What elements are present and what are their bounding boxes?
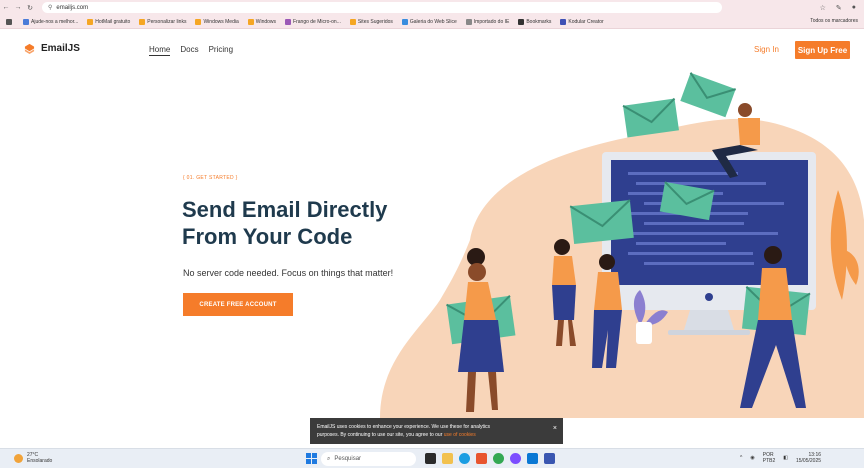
hero-eyebrow: { 01. GET STARTED } — [183, 175, 238, 181]
volume-icon[interactable]: ◧ — [783, 455, 788, 461]
language-indicator[interactable]: POR PTB2 — [763, 452, 776, 464]
windows-start-icon[interactable] — [306, 453, 317, 464]
chevron-up-icon[interactable]: ^ — [740, 455, 742, 461]
task-view-icon[interactable] — [425, 453, 436, 464]
app-icon[interactable] — [544, 453, 555, 464]
hero-title: Send Email Directly From Your Code — [182, 196, 442, 250]
file-explorer-icon[interactable] — [442, 453, 453, 464]
taskbar-search[interactable]: ⌕ Pesquisar — [321, 452, 416, 466]
edge-icon[interactable] — [459, 453, 470, 464]
sun-icon — [14, 453, 23, 463]
cookie-text: purposes. By continuing to use our site,… — [317, 432, 443, 438]
clock-date: 15/05/2025 — [795, 458, 822, 464]
taskbar: 27°C Ensolarado ⌕ Pesquisar ^ ◉ POR PTB2… — [0, 448, 864, 468]
lang-layout: PTB2 — [762, 458, 776, 464]
clock[interactable]: 13:16 15/05/2025 — [796, 452, 821, 464]
cookie-policy-link[interactable]: use of cookies — [444, 432, 476, 438]
store-icon[interactable] — [476, 453, 487, 464]
cookie-text-line1: EmailJS uses cookies to enhance your exp… — [317, 424, 491, 430]
envelope-icon — [680, 72, 736, 118]
hero-title-line2: From Your Code — [182, 224, 353, 249]
close-icon[interactable]: × — [553, 425, 557, 433]
weather-condition: Ensolarado — [27, 458, 53, 464]
chrome-icon[interactable] — [493, 453, 504, 464]
system-tray: ^ ◉ POR PTB2 ◧ 13:16 15/05/2025 — [740, 452, 821, 464]
app-icon[interactable] — [510, 453, 521, 464]
hero-subtitle: No server code needed. Focus on things t… — [183, 268, 394, 278]
search-icon: ⌕ — [327, 455, 331, 462]
network-icon[interactable]: ◉ — [750, 455, 754, 461]
envelope-icon — [569, 199, 634, 245]
vscode-icon[interactable] — [527, 453, 538, 464]
hero-title-line1: Send Email Directly — [182, 197, 388, 222]
cookie-text-line2: purposes. By continuing to use our site,… — [317, 431, 541, 439]
search-placeholder: Pesquisar — [334, 456, 362, 462]
weather-widget[interactable]: 27°C Ensolarado — [14, 452, 52, 464]
create-account-button[interactable]: CREATE FREE ACCOUNT — [183, 293, 293, 316]
cookie-banner: EmailJS uses cookies to enhance your exp… — [310, 418, 563, 444]
